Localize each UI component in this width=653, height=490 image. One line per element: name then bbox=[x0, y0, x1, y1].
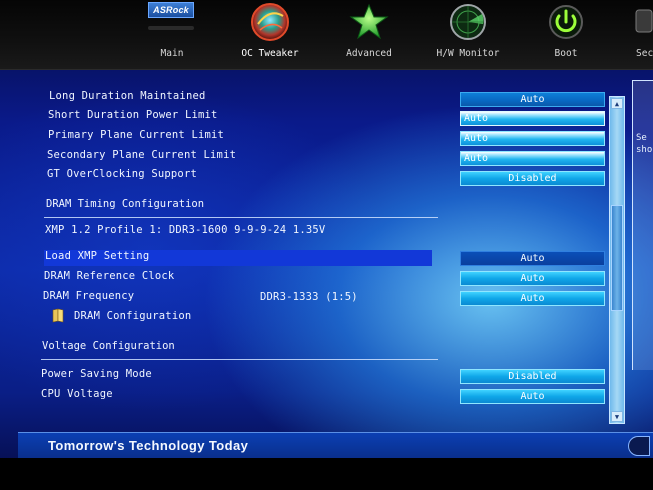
settings-scrollbar[interactable]: ▲ ▼ bbox=[609, 96, 625, 424]
section-title-voltage: Voltage Configuration bbox=[42, 340, 175, 352]
scroll-down-icon[interactable]: ▼ bbox=[611, 411, 623, 422]
secondary-plane-current-limit-value[interactable]: Auto bbox=[460, 151, 605, 166]
section-divider bbox=[41, 359, 438, 360]
nav-tab-oc-tweaker[interactable]: OC Tweaker bbox=[232, 0, 308, 70]
power-saving-mode-value[interactable]: Disabled bbox=[460, 369, 605, 384]
dram-reference-clock-value[interactable]: Auto bbox=[460, 271, 605, 286]
primary-plane-current-limit-value[interactable]: Auto bbox=[460, 131, 605, 146]
setting-label: CPU Voltage bbox=[41, 388, 113, 400]
short-duration-power-limit-value[interactable]: Auto bbox=[460, 111, 605, 126]
nav-tab-main[interactable]: Main bbox=[142, 0, 202, 70]
dram-frequency-value[interactable]: Auto bbox=[460, 291, 605, 306]
bios-screen: ASRock Main OC Tweaker Advanced H/W Moni… bbox=[0, 0, 653, 490]
help-text-line: Se bbox=[636, 133, 647, 143]
setting-row-dram-configuration[interactable]: DRAM Configuration bbox=[74, 310, 191, 322]
screen-bezel bbox=[0, 458, 653, 490]
settings-list: Long Duration Maintained Auto Short Dura… bbox=[0, 70, 653, 430]
oc-tweaker-icon bbox=[250, 2, 290, 42]
setting-row-dram-frequency[interactable]: DRAM Frequency bbox=[43, 290, 134, 302]
nav-tab-advanced[interactable]: Advanced bbox=[336, 0, 402, 70]
gt-overclocking-support-value[interactable]: Disabled bbox=[460, 171, 605, 186]
radar-icon bbox=[448, 2, 488, 42]
help-description-panel: Se sho bbox=[632, 80, 653, 370]
load-xmp-setting-value[interactable]: Auto bbox=[460, 251, 605, 266]
nav-tab-hw-monitor[interactable]: H/W Monitor bbox=[428, 0, 508, 70]
nav-label-security: Sec bbox=[636, 48, 653, 59]
setting-label: DRAM Frequency bbox=[43, 290, 135, 302]
xmp-profile-info: XMP 1.2 Profile 1: DDR3-1600 9-9-9-24 1.… bbox=[45, 224, 326, 236]
setting-label: Long Duration Maintained bbox=[49, 90, 206, 102]
nav-tab-boot[interactable]: Boot bbox=[540, 0, 592, 70]
footer-slogan: Tomorrow's Technology Today bbox=[48, 438, 249, 453]
cpu-voltage-value[interactable]: Auto bbox=[460, 389, 605, 404]
nav-tab-security[interactable]: Sec bbox=[630, 0, 653, 70]
setting-row-short-duration-power-limit[interactable]: Short Duration Power Limit bbox=[48, 109, 218, 121]
power-icon bbox=[546, 2, 586, 42]
section-divider bbox=[44, 217, 438, 218]
setting-label: DRAM Reference Clock bbox=[44, 270, 175, 282]
long-duration-maintained-value[interactable]: Auto bbox=[460, 92, 605, 107]
footer-bar: Tomorrow's Technology Today bbox=[18, 432, 653, 458]
setting-row-load-xmp-setting[interactable]: Load XMP Setting bbox=[45, 250, 149, 262]
scroll-up-icon[interactable]: ▲ bbox=[611, 98, 623, 109]
setting-row-secondary-plane-current-limit[interactable]: Secondary Plane Current Limit bbox=[47, 149, 236, 161]
setting-label: GT OverClocking Support bbox=[47, 168, 197, 180]
setting-label: Secondary Plane Current Limit bbox=[47, 149, 237, 161]
nav-label-oc-tweaker: OC Tweaker bbox=[241, 48, 299, 59]
nav-label-boot: Boot bbox=[554, 48, 578, 59]
folder-icon bbox=[52, 308, 64, 323]
nav-label-hw-monitor: H/W Monitor bbox=[436, 48, 500, 59]
setting-row-long-duration-maintained[interactable]: Long Duration Maintained bbox=[49, 90, 206, 102]
setting-row-gt-overclocking-support[interactable]: GT OverClocking Support bbox=[47, 168, 197, 180]
dram-frequency-info: DDR3-1333 (1:5) bbox=[260, 291, 358, 303]
footer-knob bbox=[628, 436, 650, 456]
nav-label-main: Main bbox=[160, 48, 184, 59]
setting-label: Short Duration Power Limit bbox=[48, 109, 218, 121]
setting-label: Power Saving Mode bbox=[41, 368, 152, 380]
submenu-label: DRAM Configuration bbox=[74, 310, 192, 322]
setting-row-cpu-voltage[interactable]: CPU Voltage bbox=[41, 388, 113, 400]
nav-label-advanced: Advanced bbox=[346, 48, 392, 59]
setting-label: Load XMP Setting bbox=[45, 250, 150, 262]
setting-row-power-saving-mode[interactable]: Power Saving Mode bbox=[41, 368, 152, 380]
star-icon bbox=[349, 2, 389, 42]
scroll-thumb[interactable] bbox=[611, 205, 623, 311]
setting-label: Primary Plane Current Limit bbox=[48, 129, 225, 141]
setting-row-dram-reference-clock[interactable]: DRAM Reference Clock bbox=[44, 270, 174, 282]
help-text-line: sho bbox=[636, 145, 653, 155]
setting-row-primary-plane-current-limit[interactable]: Primary Plane Current Limit bbox=[48, 129, 224, 141]
security-icon bbox=[624, 2, 653, 42]
top-navigation-bar: ASRock Main OC Tweaker Advanced H/W Moni… bbox=[0, 0, 653, 70]
section-title-dram-timing: DRAM Timing Configuration bbox=[46, 198, 205, 210]
